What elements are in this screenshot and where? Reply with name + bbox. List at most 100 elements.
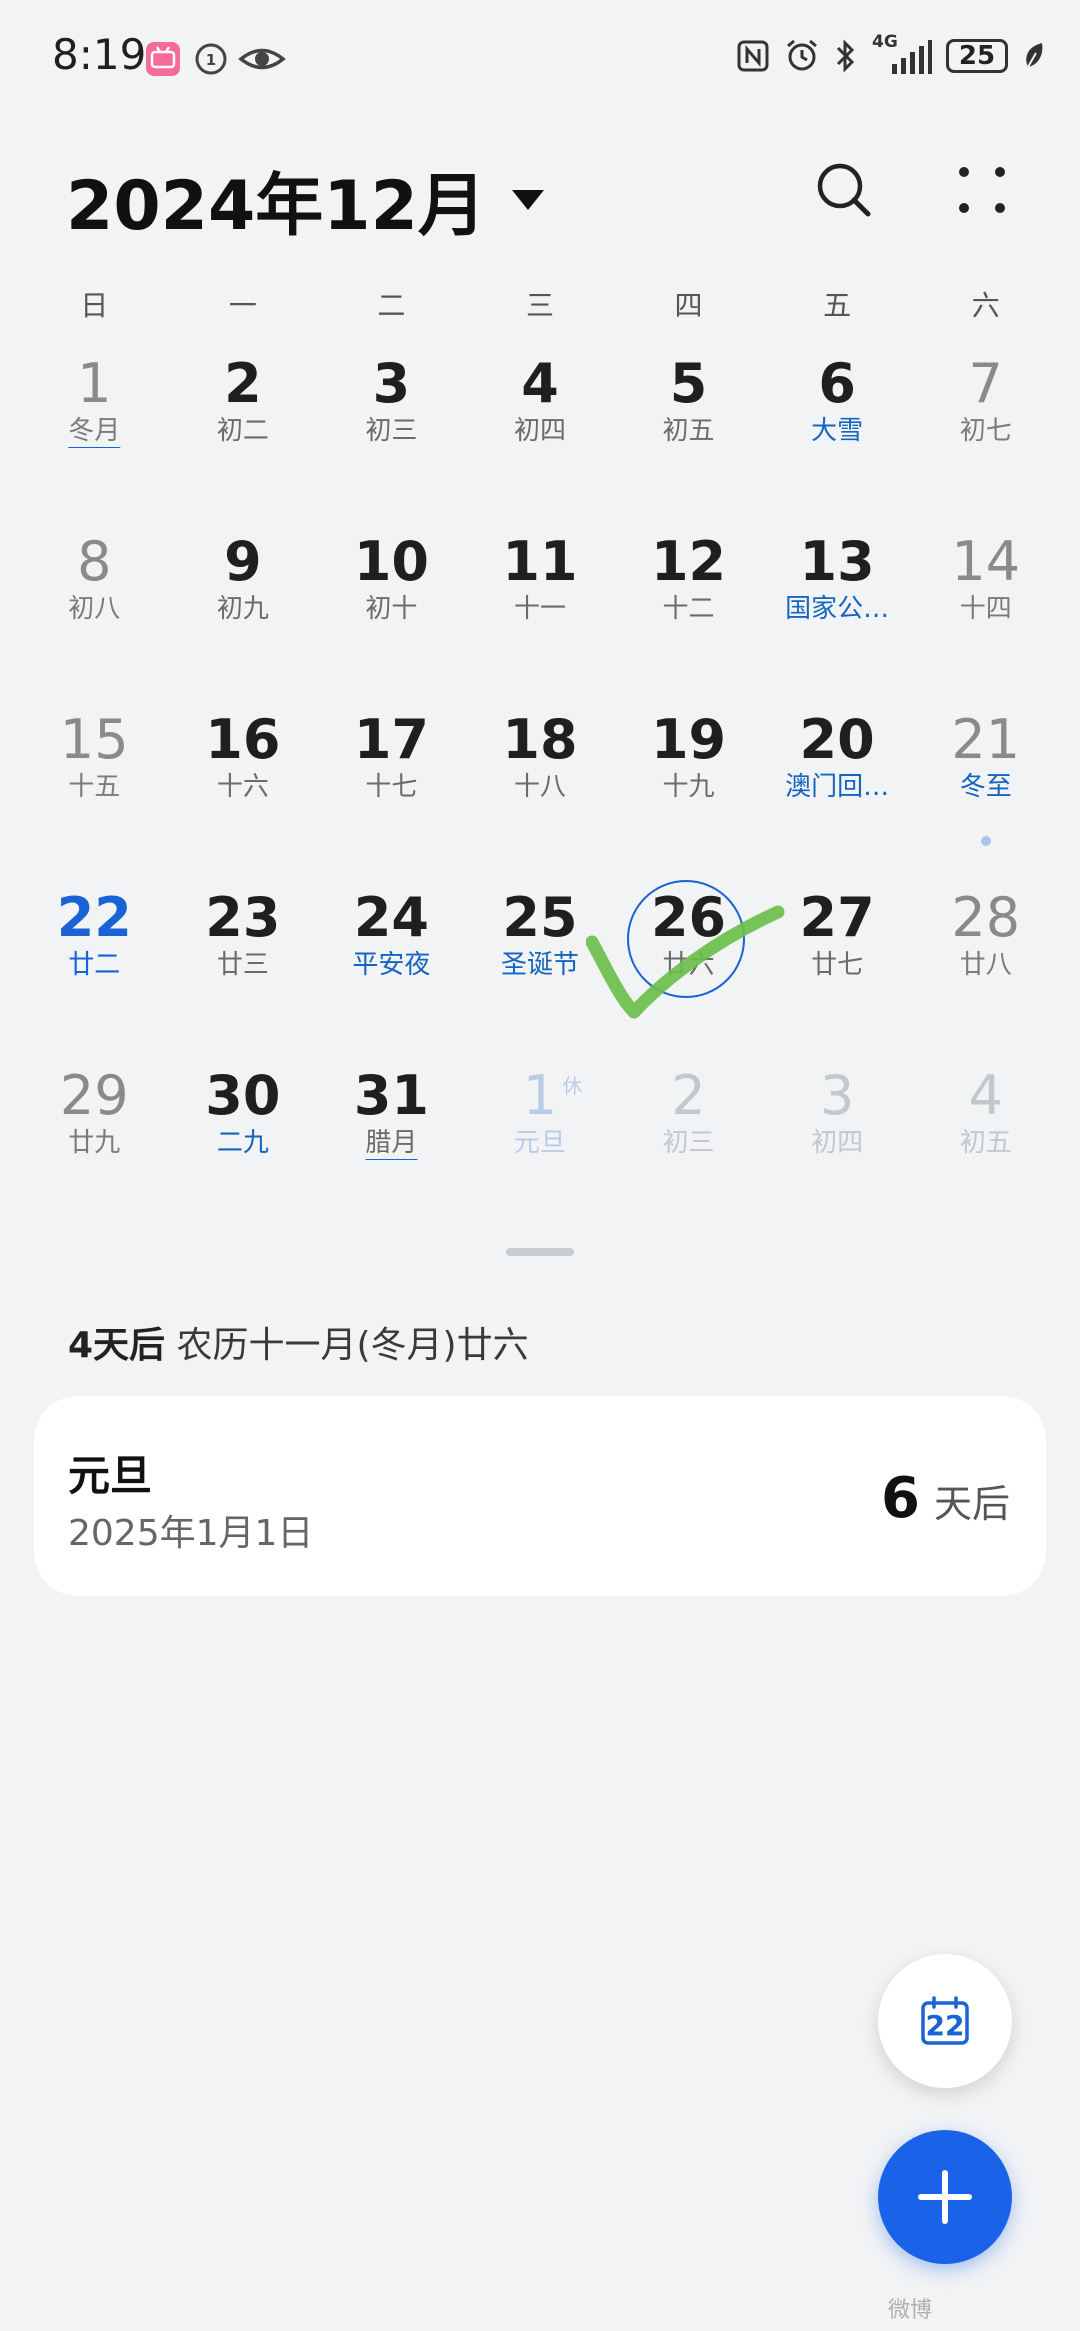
power-saving-leaf-icon bbox=[1026, 43, 1043, 68]
day-number: 29 bbox=[59, 1064, 129, 1127]
lunar-label: 初十 bbox=[365, 594, 418, 624]
lunar-label: 十二 bbox=[662, 594, 715, 624]
calendar-day-cell[interactable]: 19 十九 bbox=[614, 696, 763, 874]
calendar-day-cell[interactable]: 3 初四 bbox=[763, 1052, 912, 1230]
lunar-label: 二九 bbox=[216, 1128, 269, 1158]
day-number: 30 bbox=[205, 1064, 281, 1127]
lunar-label: 廿二 bbox=[68, 950, 121, 980]
day-number: 16 bbox=[205, 708, 281, 771]
calendar-day-cell[interactable]: 12 十二 bbox=[614, 518, 763, 696]
day-number: 15 bbox=[59, 708, 129, 771]
calendar-day-cell[interactable]: 15 十五 bbox=[20, 696, 169, 874]
status-bar: 8:19 1 4G 25 bbox=[0, 0, 1080, 120]
calendar-day-cell[interactable]: 2 初二 bbox=[169, 340, 318, 518]
weekday-header: 日 一 二 三 四 五 六 bbox=[20, 284, 1060, 324]
calendar-day-cell[interactable]: 28 廿八 bbox=[911, 874, 1060, 1052]
calendar-day-cell[interactable]: 20 澳门回… bbox=[763, 696, 912, 874]
calendar-day-cell[interactable]: 31 腊月 bbox=[317, 1052, 466, 1230]
calendar-day-cell[interactable]: 5 初五 bbox=[614, 340, 763, 518]
day-number: 1 bbox=[77, 352, 112, 415]
day-number: 18 bbox=[502, 708, 578, 771]
calendar-day-cell[interactable]: 18 十八 bbox=[466, 696, 615, 874]
day-number: 2 bbox=[671, 1064, 706, 1127]
go-to-today-button[interactable]: 22 bbox=[878, 1954, 1012, 2088]
weekday-label: 二 bbox=[377, 289, 406, 322]
rest-day-badge: 休 bbox=[562, 1074, 583, 1098]
sheet-drag-handle[interactable] bbox=[506, 1248, 574, 1256]
weekday-label: 日 bbox=[80, 289, 109, 322]
lunar-label: 初二 bbox=[216, 416, 269, 446]
holiday-event-card[interactable]: 元旦 2025年1月1日 6 天后 bbox=[34, 1396, 1046, 1596]
event-date: 2025年1月1日 bbox=[68, 1513, 314, 1554]
lunar-label: 十五 bbox=[68, 772, 121, 802]
day-number: 22 bbox=[56, 886, 132, 949]
day-number: 4 bbox=[968, 1064, 1003, 1127]
day-number: 10 bbox=[353, 530, 429, 593]
calendar-day-cell[interactable]: 24 平安夜 bbox=[317, 874, 466, 1052]
lunar-label: 十六 bbox=[216, 772, 269, 802]
calendar-day-cell[interactable]: 4 初五 bbox=[911, 1052, 1060, 1230]
lunar-label: 元旦 bbox=[513, 1128, 566, 1158]
lunar-label: 廿八 bbox=[959, 950, 1012, 980]
calendar-day-cell[interactable]: 10 初十 bbox=[317, 518, 466, 696]
day-number: 20 bbox=[799, 708, 875, 771]
weekday-label: 六 bbox=[971, 289, 1000, 322]
days-after-label: 4天后 bbox=[68, 1325, 166, 1366]
calendar-day-cell[interactable]: 4 初四 bbox=[466, 340, 615, 518]
calendar-day-cell[interactable]: 30 二九 bbox=[169, 1052, 318, 1230]
bluetooth-icon bbox=[836, 39, 855, 73]
calendar-day-cell[interactable]: 8 初八 bbox=[20, 518, 169, 696]
calendar-day-cell[interactable]: 22 廿二 bbox=[20, 874, 169, 1052]
plus-icon bbox=[918, 2170, 972, 2224]
calendar-day-cell[interactable]: 6 大雪 bbox=[763, 340, 912, 518]
day-number: 24 bbox=[353, 886, 429, 949]
day-number: 12 bbox=[650, 530, 727, 593]
day-number: 31 bbox=[353, 1064, 429, 1127]
calendar-day-cell[interactable]: 16 十六 bbox=[169, 696, 318, 874]
month-selector[interactable]: 2024年12月 bbox=[66, 150, 544, 249]
lunar-label: 十八 bbox=[513, 772, 566, 802]
lunar-label: 初八 bbox=[68, 594, 121, 624]
more-options-icon[interactable] bbox=[952, 160, 1012, 220]
weekday-label: 四 bbox=[674, 289, 703, 322]
calendar-day-cell[interactable]: 11 十一 bbox=[466, 518, 615, 696]
dropdown-caret-icon bbox=[511, 189, 544, 210]
event-countdown: 6 天后 bbox=[881, 1466, 1010, 1531]
day-number: 1 bbox=[522, 1064, 558, 1127]
calendar-day-cell[interactable]: 9 初九 bbox=[169, 518, 318, 696]
calendar-day-cell[interactable]: 29 廿九 bbox=[20, 1052, 169, 1230]
lunar-label: 国家公… bbox=[785, 594, 890, 624]
countdown-unit: 天后 bbox=[933, 1482, 1010, 1526]
battery-indicator: 25 bbox=[946, 39, 1008, 73]
search-icon[interactable] bbox=[814, 160, 874, 220]
calendar-day-cell[interactable]: 14 十四 bbox=[911, 518, 1060, 696]
day-number: 23 bbox=[205, 886, 281, 949]
day-number: 19 bbox=[650, 708, 727, 771]
selected-date-info: 4天后 农历十一月(冬月)廿六 bbox=[68, 1316, 529, 1368]
add-event-button[interactable] bbox=[878, 2130, 1012, 2264]
calendar-day-cell[interactable]: 23 廿三 bbox=[169, 874, 318, 1052]
watermark-text: 微博 bbox=[888, 2298, 933, 2323]
bilibili-app-icon bbox=[146, 42, 180, 76]
lunar-label: 初三 bbox=[662, 1128, 715, 1158]
calendar-day-cell[interactable]: 1 元旦 休 bbox=[466, 1052, 615, 1230]
calendar-day-cell[interactable]: 1 冬月 bbox=[20, 340, 169, 518]
lunar-label: 初三 bbox=[365, 416, 418, 446]
calendar-day-cell[interactable]: 3 初三 bbox=[317, 340, 466, 518]
event-title: 元旦 bbox=[68, 1451, 153, 1500]
lunar-label: 初五 bbox=[662, 416, 715, 446]
lunar-label: 冬至 bbox=[959, 772, 1012, 802]
weekday-label: 五 bbox=[823, 289, 852, 322]
svg-text:1: 1 bbox=[206, 51, 216, 69]
calendar-day-cell[interactable]: 7 初七 bbox=[911, 340, 1060, 518]
weekday-label: 三 bbox=[525, 289, 554, 322]
countdown-number: 6 bbox=[881, 1466, 920, 1531]
lunar-label: 腊月 bbox=[365, 1128, 418, 1158]
calendar-day-cell[interactable]: 13 国家公… bbox=[763, 518, 912, 696]
calendar-day-cell[interactable]: 21 冬至 bbox=[911, 696, 1060, 874]
day-number: 11 bbox=[502, 530, 578, 593]
green-checkmark-annotation bbox=[586, 905, 785, 1019]
day-number: 4 bbox=[521, 352, 559, 415]
calendar-day-cell[interactable]: 2 初三 bbox=[614, 1052, 763, 1230]
calendar-day-cell[interactable]: 17 十七 bbox=[317, 696, 466, 874]
